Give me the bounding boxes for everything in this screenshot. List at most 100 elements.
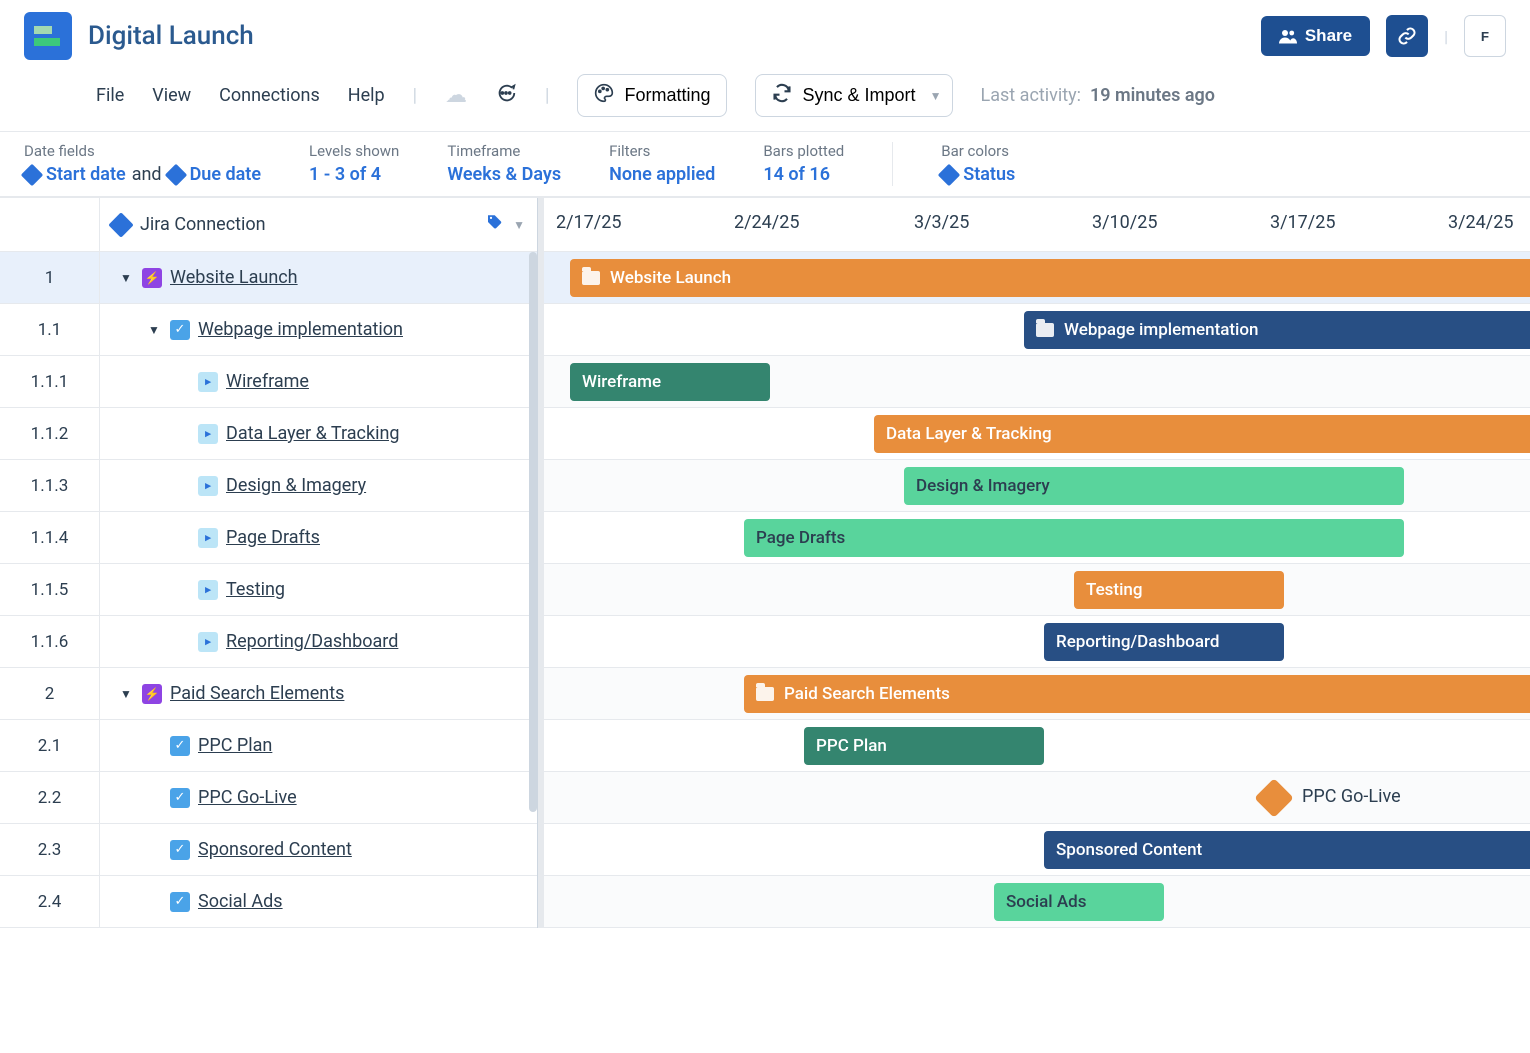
- gantt-bar[interactable]: Page Drafts: [744, 519, 1404, 557]
- bar-label: Paid Search Elements: [784, 684, 950, 704]
- diamond-icon: [164, 163, 187, 186]
- levels-value[interactable]: 1 - 3 of 4: [309, 164, 399, 185]
- row-number[interactable]: 1.1.4: [0, 512, 99, 564]
- gantt-bar[interactable]: Data Layer & Tracking: [874, 415, 1530, 453]
- row-label[interactable]: Website Launch: [170, 267, 298, 288]
- tree-row[interactable]: ✓PPC Plan: [100, 720, 537, 772]
- chevron-down-icon[interactable]: ▼: [120, 687, 134, 701]
- row-number[interactable]: 2.2: [0, 772, 99, 824]
- row-number[interactable]: 1.1.6: [0, 616, 99, 668]
- story-icon: ▸: [198, 476, 218, 496]
- row-number[interactable]: 2: [0, 668, 99, 720]
- gantt-row: Page Drafts: [544, 512, 1530, 564]
- row-label[interactable]: Paid Search Elements: [170, 683, 344, 704]
- bar-label: Sponsored Content: [1056, 840, 1202, 860]
- bar-label: Testing: [1086, 580, 1143, 600]
- bar-label: PPC Plan: [816, 736, 887, 756]
- row-number[interactable]: 1.1: [0, 304, 99, 356]
- tag-icon[interactable]: [485, 213, 503, 236]
- chevron-down-icon[interactable]: ▼: [148, 323, 162, 337]
- gantt-bar[interactable]: PPC Plan: [804, 727, 1044, 765]
- tree-row[interactable]: ✓ Social Ads: [100, 876, 537, 928]
- row-label[interactable]: Data Layer & Tracking: [226, 423, 400, 444]
- menu-connections[interactable]: Connections: [219, 85, 320, 106]
- row-label[interactable]: Page Drafts: [226, 527, 320, 548]
- tree-row[interactable]: ▸ Wireframe: [100, 356, 537, 408]
- gantt-row: PPC Plan: [544, 720, 1530, 772]
- tree-row[interactable]: ▸Page Drafts: [100, 512, 537, 564]
- row-label[interactable]: Webpage implementation: [198, 319, 403, 340]
- bars-value[interactable]: 14 of 16: [763, 164, 844, 185]
- gantt-bar[interactable]: Testing: [1074, 571, 1284, 609]
- timeframe-value[interactable]: Weeks & Days: [447, 164, 561, 185]
- filters-value[interactable]: None applied: [609, 164, 715, 185]
- bar-label: Reporting/Dashboard: [1056, 632, 1219, 652]
- row-label[interactable]: PPC Go-Live: [198, 787, 297, 808]
- bar-label: Page Drafts: [756, 528, 845, 548]
- gantt-bar[interactable]: Wireframe: [570, 363, 770, 401]
- chat-icon[interactable]: [495, 82, 517, 110]
- gantt-bar[interactable]: Sponsored Content: [1044, 831, 1530, 869]
- timeline-header: 2/17/252/24/253/3/253/10/253/17/253/24/2…: [544, 198, 1530, 252]
- header-more-button[interactable]: F: [1464, 15, 1506, 57]
- share-button[interactable]: Share: [1261, 16, 1370, 56]
- gantt-bar[interactable]: Reporting/Dashboard: [1044, 623, 1284, 661]
- formatting-button[interactable]: Formatting: [577, 74, 727, 117]
- tree-row[interactable]: ▼✓Webpage implementation: [100, 304, 537, 356]
- row-number[interactable]: 1: [0, 252, 99, 304]
- gantt-bar[interactable]: Webpage implementation: [1024, 311, 1530, 349]
- cloud-icon: ☁: [445, 83, 467, 108]
- tree-row[interactable]: ▼⚡Website Launch: [100, 252, 537, 304]
- folder-icon: [582, 271, 600, 285]
- tree-row[interactable]: ✓PPC Go-Live: [100, 772, 537, 824]
- row-number[interactable]: 1.1.1: [0, 356, 99, 408]
- row-number[interactable]: 1.1.2: [0, 408, 99, 460]
- row-number[interactable]: 2.3: [0, 824, 99, 876]
- bar-label: Website Launch: [610, 268, 731, 288]
- tree-row[interactable]: ▼ ⚡ Paid Search Elements: [100, 668, 537, 720]
- tree-row[interactable]: ▸ Design & Imagery: [100, 460, 537, 512]
- row-label[interactable]: PPC Plan: [198, 735, 272, 756]
- gantt-bar[interactable]: Design & Imagery: [904, 467, 1404, 505]
- gantt-row: Social Ads: [544, 876, 1530, 928]
- row-number[interactable]: 1.1.3: [0, 460, 99, 512]
- sync-import-button[interactable]: Sync & Import ▼: [755, 74, 952, 117]
- project-title[interactable]: Digital Launch: [88, 21, 254, 51]
- row-number[interactable]: 2.4: [0, 876, 99, 928]
- tree-row[interactable]: ▸Reporting/Dashboard: [100, 616, 537, 668]
- row-number[interactable]: 1.1.5: [0, 564, 99, 616]
- row-label[interactable]: Testing: [226, 579, 285, 600]
- row-label[interactable]: Reporting/Dashboard: [226, 631, 398, 652]
- copy-link-button[interactable]: [1386, 15, 1428, 57]
- row-label[interactable]: Social Ads: [198, 891, 283, 912]
- chevron-down-icon[interactable]: ▼: [513, 218, 525, 232]
- milestone[interactable]: [1254, 778, 1294, 818]
- gantt-bar[interactable]: Website Launch: [570, 259, 1530, 297]
- menu-file[interactable]: File: [96, 85, 124, 106]
- date-fields-value[interactable]: Start date and Due date: [24, 164, 261, 185]
- menubar: File View Connections Help | ☁ | Formatt…: [0, 68, 1530, 132]
- chevron-down-icon[interactable]: ▼: [120, 271, 134, 285]
- gantt-bar[interactable]: Paid Search Elements: [744, 675, 1530, 713]
- tree-row[interactable]: ▸Data Layer & Tracking: [100, 408, 537, 460]
- gantt-column: 2/17/252/24/253/3/253/10/253/17/253/24/2…: [544, 198, 1530, 928]
- menu-help[interactable]: Help: [348, 85, 385, 106]
- epic-icon: ⚡: [142, 684, 162, 704]
- row-label[interactable]: Design & Imagery: [226, 475, 366, 496]
- row-number[interactable]: 2.1: [0, 720, 99, 772]
- row-label[interactable]: Sponsored Content: [198, 839, 352, 860]
- story-icon: ▸: [198, 372, 218, 392]
- tree-row[interactable]: ✓ Sponsored Content: [100, 824, 537, 876]
- row-label[interactable]: Wireframe: [226, 371, 309, 392]
- gantt-bar[interactable]: Social Ads: [994, 883, 1164, 921]
- scrollbar[interactable]: [529, 252, 537, 892]
- bar-label: Data Layer & Tracking: [886, 424, 1052, 444]
- menu-view[interactable]: View: [152, 85, 191, 106]
- app-logo-icon: [24, 12, 72, 60]
- task-check-icon: ✓: [170, 840, 190, 860]
- barcolors-value[interactable]: Status: [941, 164, 1015, 185]
- task-check-icon: ✓: [170, 892, 190, 912]
- timeline-date: 3/10/25: [1092, 212, 1157, 233]
- people-icon: [1279, 28, 1297, 44]
- tree-row[interactable]: ▸Testing: [100, 564, 537, 616]
